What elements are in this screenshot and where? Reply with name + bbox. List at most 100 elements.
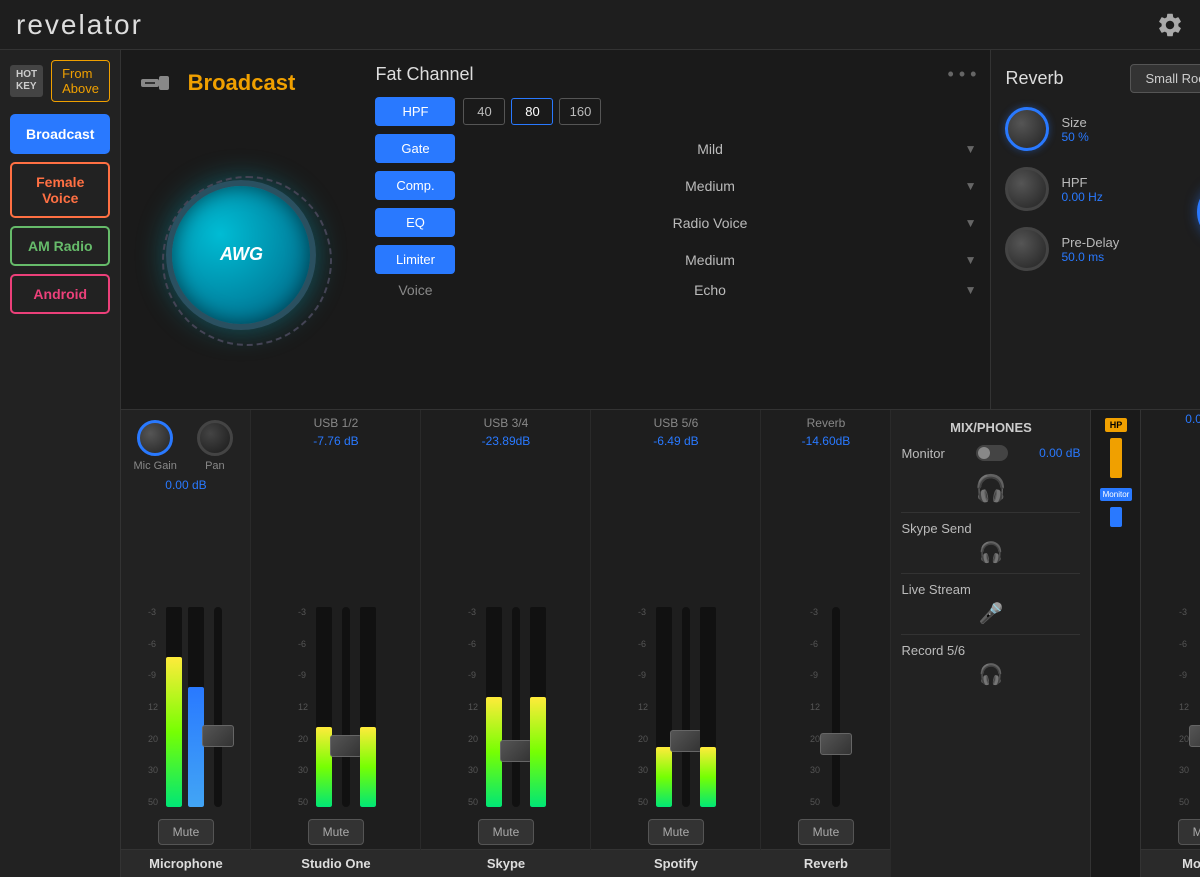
reverb-predelay-label: Pre-Delay <box>1061 235 1119 250</box>
reverb-size-knob[interactable] <box>1005 107 1049 151</box>
knob-section: Broadcast AWG <box>121 50 361 409</box>
usb34-fader-thumb[interactable] <box>500 740 532 762</box>
reverb-mute-button[interactable]: Mute <box>798 819 855 845</box>
usb56-fader-track <box>682 607 690 807</box>
top-bar: revelator <box>0 0 1200 50</box>
limiter-chevron[interactable]: ▼ <box>965 253 977 267</box>
hp-monitor-indicators: HP Monitor <box>1091 410 1141 877</box>
eq-chevron[interactable]: ▼ <box>965 216 977 230</box>
usb56-mute-button[interactable]: Mute <box>648 819 705 845</box>
reverb-ch-label: Reverb <box>761 410 890 432</box>
hpf-values: 40 80 160 <box>463 98 601 125</box>
reverb-predelay-knob[interactable] <box>1005 227 1049 271</box>
hotkey-value[interactable]: From Above <box>51 60 110 102</box>
usb34-mute-button[interactable]: Mute <box>478 819 535 845</box>
skype-send-label: Skype Send <box>901 521 1080 536</box>
preset-broadcast-button[interactable]: Broadcast <box>10 114 110 154</box>
pan-control: Pan <box>197 420 233 472</box>
mic-level-fill <box>166 657 182 807</box>
preset-am-radio-button[interactable]: AM Radio <box>10 226 110 266</box>
pan-knob[interactable] <box>197 420 233 456</box>
usb56-fader-area: -3 -6 -9 12 20 30 50 <box>591 450 760 815</box>
limiter-row: Limiter Medium ▼ <box>375 245 976 274</box>
usb56-db: -6.49 dB <box>591 432 760 450</box>
gate-chevron[interactable]: ▼ <box>965 142 977 156</box>
usb12-fill-r <box>360 727 376 807</box>
usb56-meter-l <box>656 607 672 807</box>
mic-mute-button[interactable]: Mute <box>158 819 215 845</box>
reverb-predelay-value: 50.0 ms <box>1061 250 1119 264</box>
usb34-meter-r <box>530 607 546 807</box>
monitor-fader-area: -3 -6 -9 12 20 30 50 <box>1141 428 1200 815</box>
hpf-button[interactable]: HPF <box>375 97 455 126</box>
gear-icon[interactable] <box>1156 11 1184 39</box>
reverb-hpf-amount-row: HPF 0.00 Hz Pre-Delay 50.0 ms <box>1005 167 1200 287</box>
monitor-bar <box>1110 507 1122 527</box>
hotkey-row: HOTKEY From Above <box>10 60 110 102</box>
usb12-channel: USB 1/2 -7.76 dB -3 -6 -9 12 20 30 50 <box>251 410 421 877</box>
reverb-size-label: Size <box>1061 115 1088 130</box>
usb34-tick-marks: -3 -6 -9 12 20 30 50 <box>466 607 480 807</box>
input-icon <box>141 72 169 99</box>
reverb-hpf-col: HPF 0.00 Hz Pre-Delay 50.0 ms <box>1005 167 1181 287</box>
app-title: revelator <box>16 9 1156 41</box>
mic-gain-knob[interactable] <box>137 420 173 456</box>
mic-tick-marks: -3 -6 -9 12 20 30 50 <box>146 607 160 807</box>
monitor-toggle[interactable] <box>976 445 1008 461</box>
usb12-channel-name: Studio One <box>251 849 420 877</box>
usb34-fader-area: -3 -6 -9 12 20 30 50 <box>421 450 590 815</box>
monitor-channel-name: Monitor <box>1141 849 1200 877</box>
mic-fader-thumb[interactable] <box>202 725 234 747</box>
voice-chevron[interactable]: ▼ <box>965 283 977 297</box>
mixer-section: Mic Gain Pan 0.00 dB -3 -6 -9 12 20 <box>121 410 1200 877</box>
comp-row: Comp. Medium ▼ <box>375 171 976 200</box>
more-options-button[interactable]: • • • <box>948 64 977 85</box>
comp-button[interactable]: Comp. <box>375 171 455 200</box>
live-stream-label: Live Stream <box>901 582 1080 597</box>
divider-3 <box>901 634 1080 635</box>
reverb-fader-thumb[interactable] <box>820 733 852 755</box>
reverb-header: Reverb Small Room Medium Room Large Room <box>1005 64 1200 93</box>
preset-android-button[interactable]: Android <box>10 274 110 314</box>
mix-phones-title: MIX/PHONES <box>901 420 1080 435</box>
monitor-db: 0.00 dB <box>1141 410 1200 428</box>
eq-button[interactable]: EQ <box>375 208 455 237</box>
limiter-button[interactable]: Limiter <box>375 245 455 274</box>
usb12-fader-track <box>342 607 350 807</box>
mic-level-meter-blue <box>188 607 204 807</box>
usb56-fill-l <box>656 747 672 807</box>
reverb-preset-dropdown[interactable]: Small Room Medium Room Large Room <box>1130 64 1200 93</box>
voice-value: Echo <box>463 282 956 298</box>
hpf-val-160[interactable]: 160 <box>559 98 601 125</box>
voice-label: Voice <box>375 282 455 298</box>
microphone-channel: Mic Gain Pan 0.00 dB -3 -6 -9 12 20 <box>121 410 251 877</box>
usb12-fader-thumb[interactable] <box>330 735 362 757</box>
live-stream-row: Live Stream 🎤 <box>901 582 1080 626</box>
usb56-tick-marks: -3 -6 -9 12 20 30 50 <box>636 607 650 807</box>
reverb-size-param: Size 50 % <box>1005 107 1200 151</box>
reverb-hpf-info: HPF 0.00 Hz <box>1061 175 1102 204</box>
hpf-val-40[interactable]: 40 <box>463 98 505 125</box>
usb12-fader-area: -3 -6 -9 12 20 30 50 <box>251 450 420 815</box>
comp-chevron[interactable]: ▼ <box>965 179 977 193</box>
monitor-fader-thumb[interactable] <box>1189 725 1200 747</box>
usb56-meter-r <box>700 607 716 807</box>
monitor-mute-button[interactable]: Mute <box>1178 819 1200 845</box>
usb56-fill-r <box>700 747 716 807</box>
usb12-mute-button[interactable]: Mute <box>308 819 365 845</box>
preset-female-voice-button[interactable]: Female Voice <box>10 162 110 218</box>
reverb-hpf-knob[interactable] <box>1005 167 1049 211</box>
reverb-tick-marks: -3 -6 -9 12 20 30 50 <box>808 607 822 807</box>
hpf-val-80[interactable]: 80 <box>511 98 553 125</box>
reverb-predelay-info: Pre-Delay 50.0 ms <box>1061 235 1119 264</box>
reverb-channel-name: Reverb <box>761 849 890 877</box>
mix-phones-section: MIX/PHONES Monitor 0.00 dB 🎧 Skype Send … <box>891 410 1091 877</box>
main-knob[interactable]: AWG <box>166 180 316 330</box>
fat-channel-header: Fat Channel • • • <box>375 64 976 85</box>
gate-button[interactable]: Gate <box>375 134 455 163</box>
usb12-tick-marks: -3 -6 -9 12 20 30 50 <box>296 607 310 807</box>
mic-knob-controls: Mic Gain Pan <box>121 410 250 476</box>
usb34-channel: USB 3/4 -23.89dB -3 -6 -9 12 20 30 50 <box>421 410 591 877</box>
left-sidebar: HOTKEY From Above Broadcast Female Voice… <box>0 50 121 877</box>
usb56-fader-thumb[interactable] <box>670 730 702 752</box>
